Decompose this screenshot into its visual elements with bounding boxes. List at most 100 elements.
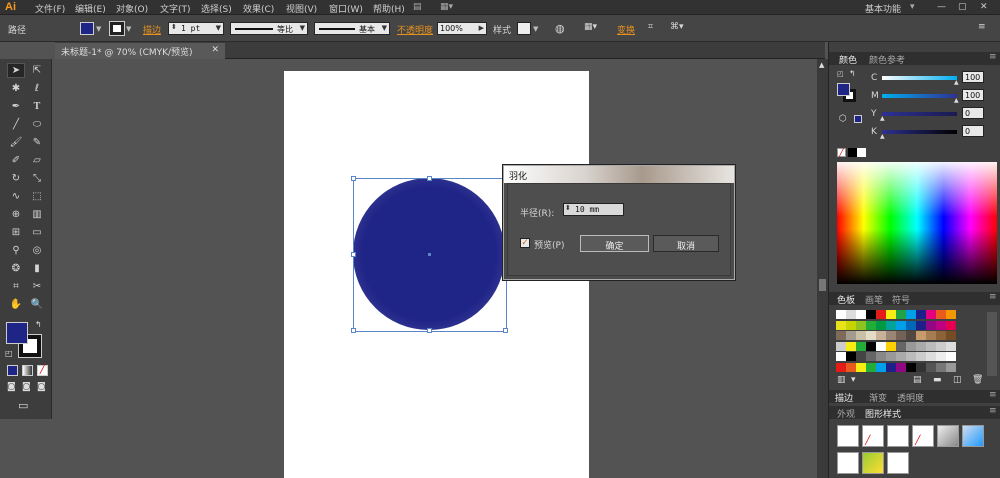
color-spectrum[interactable] [837, 162, 997, 284]
chevron-down-icon[interactable]: ▼ [96, 25, 104, 33]
chevron-down-icon[interactable]: ▼ [300, 24, 305, 32]
swatch[interactable] [896, 362, 906, 372]
black-slider[interactable] [882, 130, 957, 134]
swatch[interactable] [836, 352, 846, 361]
new-color-group-icon[interactable]: ▬ [933, 375, 942, 385]
scale-tool-icon[interactable]: ⤡ [28, 171, 46, 186]
pen-tool-icon[interactable]: ✒ [7, 99, 25, 114]
graphic-style-stroke[interactable]: ╱ [912, 425, 934, 447]
swatch[interactable] [916, 352, 926, 361]
swatch[interactable] [896, 310, 906, 319]
isolate-icon[interactable]: ⌗ [648, 22, 653, 32]
chevron-down-icon[interactable]: ▾ [910, 2, 915, 12]
black-swatch[interactable] [848, 148, 857, 157]
graphic-style-default[interactable] [837, 425, 859, 447]
free-transform-tool-icon[interactable]: ⬚ [28, 189, 46, 204]
delete-swatch-icon[interactable]: 🗑 [972, 375, 983, 385]
line-tool-icon[interactable]: ╱ [7, 117, 25, 132]
swatch[interactable] [836, 331, 846, 340]
chevron-right-icon[interactable]: ▶ [479, 24, 484, 32]
swap-fill-stroke-icon[interactable]: ↰ [849, 69, 856, 78]
swatch[interactable] [836, 362, 846, 372]
panel-menu-icon[interactable]: ≡ [989, 292, 997, 302]
swatch[interactable] [926, 320, 936, 330]
swatch[interactable] [836, 320, 846, 330]
menu-select[interactable]: 选择(S) [201, 2, 232, 15]
swatch[interactable] [936, 341, 946, 351]
panel-menu-icon[interactable]: ≡ [989, 390, 997, 400]
opacity-field[interactable]: 100% ▶ [437, 22, 487, 35]
panel-menu-icon[interactable]: ≡ [978, 22, 986, 32]
shape-builder-tool-icon[interactable]: ⊕ [7, 207, 25, 222]
zoom-tool-icon[interactable]: 🔍 [28, 297, 46, 312]
swatch[interactable] [846, 352, 856, 361]
resize-handle[interactable] [351, 176, 356, 181]
gradient-mode-icon[interactable] [22, 365, 33, 376]
cancel-button[interactable]: 取消 [653, 235, 719, 252]
mesh-tool-icon[interactable]: ⊞ [7, 225, 25, 240]
tab-transparency[interactable]: 透明度 [897, 391, 924, 404]
swatch[interactable] [896, 352, 906, 361]
perspective-grid-tool-icon[interactable]: ▥ [28, 207, 46, 222]
swatch[interactable] [896, 320, 906, 330]
tab-brushes[interactable]: 画笔 [865, 293, 883, 306]
magenta-value[interactable]: 100 [962, 89, 984, 101]
swatch[interactable] [856, 362, 866, 372]
swatch[interactable] [916, 362, 926, 372]
selection-tool-icon[interactable]: ➤ [7, 63, 25, 78]
resize-handle[interactable] [427, 176, 432, 181]
swatch[interactable] [876, 362, 886, 372]
swatch[interactable] [886, 320, 896, 330]
stroke-weight-field[interactable]: ⬍ 1 pt ▼ [168, 22, 224, 35]
warp-tool-icon[interactable]: ∿ [7, 189, 25, 204]
swatch[interactable] [886, 362, 896, 372]
workspace-switcher[interactable]: 基本功能 [865, 2, 901, 15]
graphic-style-swatch[interactable] [887, 452, 909, 474]
swatch[interactable] [836, 310, 846, 319]
draw-inside-icon[interactable]: ◙ [37, 382, 46, 392]
eyedropper-tool-icon[interactable]: ⚲ [7, 243, 25, 258]
swatch[interactable] [856, 341, 866, 351]
swatch[interactable] [876, 310, 886, 319]
close-icon[interactable]: ✕ [211, 45, 219, 55]
stepper-icon[interactable]: ⬍ [565, 204, 571, 212]
slider-thumb-icon[interactable]: ▲ [880, 115, 885, 122]
slice-tool-icon[interactable]: ✂ [28, 279, 46, 294]
yellow-value[interactable]: 0 [962, 107, 984, 119]
blob-brush-tool-icon[interactable]: ✐ [7, 153, 25, 168]
scroll-up-icon[interactable]: ▲ [819, 61, 824, 69]
stepper-icon[interactable]: ⬍ [171, 23, 177, 31]
swatch[interactable] [886, 331, 896, 340]
direct-selection-tool-icon[interactable]: ⇱ [28, 63, 46, 78]
swatch[interactable] [906, 341, 916, 351]
close-icon[interactable]: ✕ [980, 2, 988, 12]
swatch[interactable] [906, 331, 916, 340]
vertical-scrollbar[interactable]: ▲ [817, 59, 828, 478]
eraser-tool-icon[interactable]: ▱ [28, 153, 46, 168]
menu-edit[interactable]: 编辑(E) [75, 2, 106, 15]
swap-fill-stroke-icon[interactable]: ↰ [35, 320, 42, 329]
swatch[interactable] [866, 341, 876, 351]
scroll-thumb[interactable] [819, 279, 826, 291]
gradient-tool-icon[interactable]: ▭ [28, 225, 46, 240]
swatch[interactable] [846, 341, 856, 351]
resize-handle[interactable] [351, 328, 356, 333]
ok-button[interactable]: 确定 [580, 235, 649, 252]
swatch[interactable] [856, 352, 866, 361]
swatch[interactable] [936, 320, 946, 330]
align-icon[interactable]: ▦▾ [584, 22, 597, 32]
swatch[interactable] [936, 310, 946, 319]
swatch[interactable] [866, 331, 876, 340]
swatch[interactable] [856, 320, 866, 330]
preview-checkbox[interactable]: ✓ [520, 238, 530, 248]
swatch-libraries-icon[interactable]: ▥ [837, 375, 846, 385]
magic-wand-tool-icon[interactable]: ✱ [7, 81, 25, 96]
swatches-scrollbar[interactable] [987, 312, 997, 376]
tab-swatches[interactable]: 色板 [837, 293, 855, 306]
panel-menu-icon[interactable]: ≡ [989, 52, 997, 62]
recolor-artwork-icon[interactable]: ◍ [555, 22, 565, 35]
resize-handle[interactable] [427, 328, 432, 333]
none-mode-icon[interactable]: ╱ [37, 365, 48, 376]
black-value[interactable]: 0 [962, 125, 984, 137]
panel-menu-icon[interactable]: ≡ [989, 406, 997, 416]
